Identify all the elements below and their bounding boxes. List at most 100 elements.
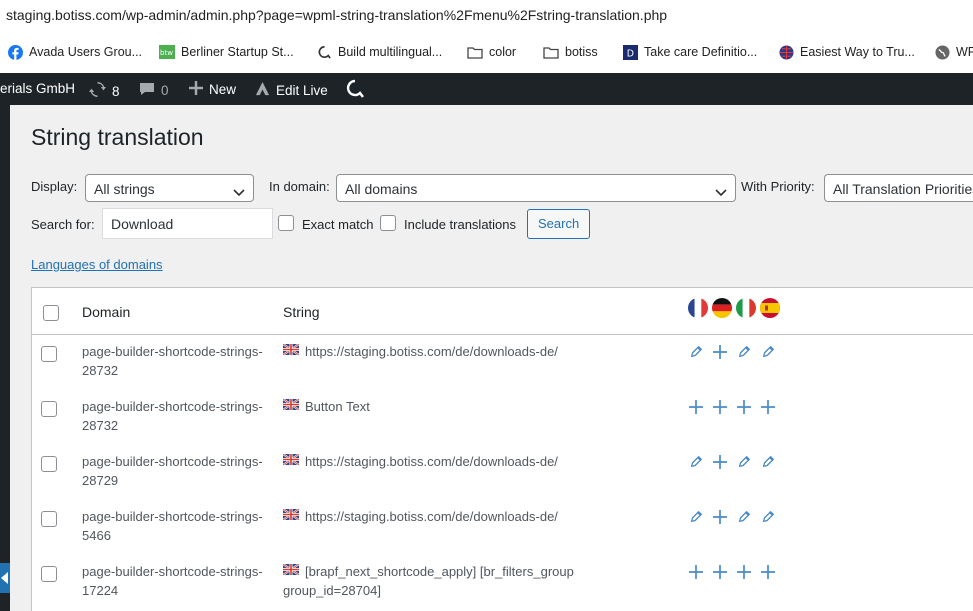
row-checkbox[interactable] (41, 566, 57, 582)
bookmark-label: color (489, 45, 517, 59)
edit-translation-icon[interactable] (736, 509, 752, 525)
search-button[interactable]: Search (527, 209, 591, 239)
updates-icon (89, 81, 106, 101)
strings-table: Domain String page-builder-shortcode-str… (31, 287, 973, 611)
bookmark-folder-color[interactable]: color (467, 43, 516, 61)
row-domain: page-builder-shortcode-strings-28732 (82, 399, 263, 433)
table-row: page-builder-shortcode-strings-5466 https… (32, 499, 973, 554)
translation-actions (688, 509, 776, 525)
edit-translation-icon[interactable] (688, 509, 704, 525)
row-domain: page-builder-shortcode-strings-28732 (82, 344, 263, 378)
comments-link[interactable]: 0 (139, 81, 169, 100)
edit-translation-icon[interactable] (760, 344, 776, 360)
bookmark-avada[interactable]: Avada Users Grou... (7, 43, 142, 61)
row-string: https://staging.botiss.com/de/downloads-… (283, 452, 673, 471)
add-translation-icon[interactable] (712, 509, 728, 525)
row-checkbox[interactable] (41, 511, 57, 527)
edit-translation-icon[interactable] (760, 454, 776, 470)
row-string: https://staging.botiss.com/de/downloads-… (283, 342, 673, 361)
add-translation-icon[interactable] (736, 564, 752, 580)
new-content-link[interactable]: New (189, 81, 236, 98)
flag-uk-icon (283, 344, 305, 359)
edit-translation-icon[interactable] (760, 509, 776, 525)
display-select[interactable]: All strings (85, 174, 254, 202)
edit-translation-icon[interactable] (736, 454, 752, 470)
include-translations-label: Include translations (404, 217, 517, 232)
dictionary-icon: D (622, 44, 638, 60)
add-translation-icon[interactable] (712, 564, 728, 580)
add-translation-icon[interactable] (712, 454, 728, 470)
add-translation-icon[interactable] (712, 399, 728, 415)
admin-sidebar (0, 105, 10, 611)
comments-count: 0 (161, 83, 169, 98)
priority-select-value: All Translation Priorities (833, 181, 973, 197)
bookmark-easiest-way[interactable]: Easiest Way to Tru... (778, 43, 915, 61)
svg-text:btw: btw (160, 49, 173, 57)
row-checkbox[interactable] (41, 456, 57, 472)
edit-translation-icon[interactable] (736, 344, 752, 360)
flag-uk-icon (283, 454, 305, 469)
bookmark-label: Avada Users Grou... (29, 45, 143, 59)
column-string[interactable]: String (283, 304, 320, 320)
folder-icon (467, 44, 483, 60)
site-name: erials GmbH (0, 81, 76, 96)
domain-select-value: All domains (345, 181, 418, 197)
site-name-link[interactable]: erials GmbH (0, 81, 75, 96)
comment-icon (139, 81, 155, 100)
display-select-value: All strings (94, 181, 155, 197)
translation-actions (688, 344, 776, 360)
row-string-text: Button Text (305, 399, 370, 414)
add-translation-icon[interactable] (712, 344, 728, 360)
add-translation-icon[interactable] (688, 399, 704, 415)
row-checkbox[interactable] (41, 401, 57, 417)
updates-link[interactable]: 8 (89, 81, 120, 101)
edit-live-label: Edit Live (276, 82, 328, 98)
facebook-icon (7, 44, 23, 60)
bookmark-wp[interactable]: WP (934, 43, 973, 61)
bookmark-berliner[interactable]: btw Berliner Startup St... (159, 43, 294, 61)
select-all-checkbox[interactable] (43, 305, 59, 321)
url-text[interactable]: staging.botiss.com/wp-admin/admin.php?pa… (6, 7, 667, 23)
search-toggle[interactable] (345, 79, 365, 102)
chevron-down-icon (233, 184, 245, 200)
add-translation-icon[interactable] (760, 399, 776, 415)
row-string: Button Text (283, 397, 673, 416)
bookmark-build-multilingual[interactable]: Build multilingual... (316, 43, 442, 61)
table-row: page-builder-shortcode-strings-28732 http… (32, 334, 973, 389)
wpml-icon (316, 44, 332, 60)
row-domain: page-builder-shortcode-strings-28729 (82, 454, 263, 488)
exact-match-checkbox[interactable] (278, 215, 294, 231)
translation-actions (688, 454, 776, 470)
row-string-text: https://staging.botiss.com/de/downloads-… (305, 509, 558, 524)
bookmark-take-care[interactable]: D Take care Definitio... (622, 43, 757, 61)
chevron-down-icon (715, 184, 727, 200)
flag-uk-icon (283, 399, 305, 414)
wp-admin-bar: erials GmbH 8 0 New Edit Live (0, 73, 973, 105)
column-domain[interactable]: Domain (82, 304, 130, 320)
wpml-search-icon (345, 79, 365, 102)
search-input[interactable]: Download (102, 208, 273, 239)
add-translation-icon[interactable] (760, 564, 776, 580)
bookmark-label: WP (956, 45, 973, 59)
include-translations-checkbox[interactable] (380, 215, 396, 231)
avada-icon (255, 81, 270, 99)
priority-select[interactable]: All Translation Priorities (824, 174, 973, 202)
table-row: page-builder-shortcode-strings-28732 Butt… (32, 389, 973, 444)
languages-of-domains-link[interactable]: Languages of domains (31, 257, 163, 272)
translation-actions (688, 399, 776, 415)
table-row: page-builder-shortcode-strings-28729 http… (32, 444, 973, 499)
edit-translation-icon[interactable] (688, 454, 704, 470)
svg-text:D: D (626, 48, 633, 59)
bookmark-folder-botiss[interactable]: botiss (543, 43, 598, 61)
row-checkbox[interactable] (41, 346, 57, 362)
domain-select[interactable]: All domains (336, 174, 736, 202)
table-row: page-builder-shortcode-strings-17224 [bra… (32, 554, 973, 609)
row-string-text: https://staging.botiss.com/de/downloads-… (305, 344, 558, 359)
bookmark-label: Easiest Way to Tru... (800, 45, 915, 59)
edit-translation-icon[interactable] (688, 344, 704, 360)
browser-url-bar[interactable]: staging.botiss.com/wp-admin/admin.php?pa… (0, 0, 973, 32)
add-translation-icon[interactable] (688, 564, 704, 580)
edit-live-link[interactable]: Edit Live (255, 81, 328, 99)
collapse-menu-icon[interactable] (0, 563, 10, 593)
add-translation-icon[interactable] (736, 399, 752, 415)
